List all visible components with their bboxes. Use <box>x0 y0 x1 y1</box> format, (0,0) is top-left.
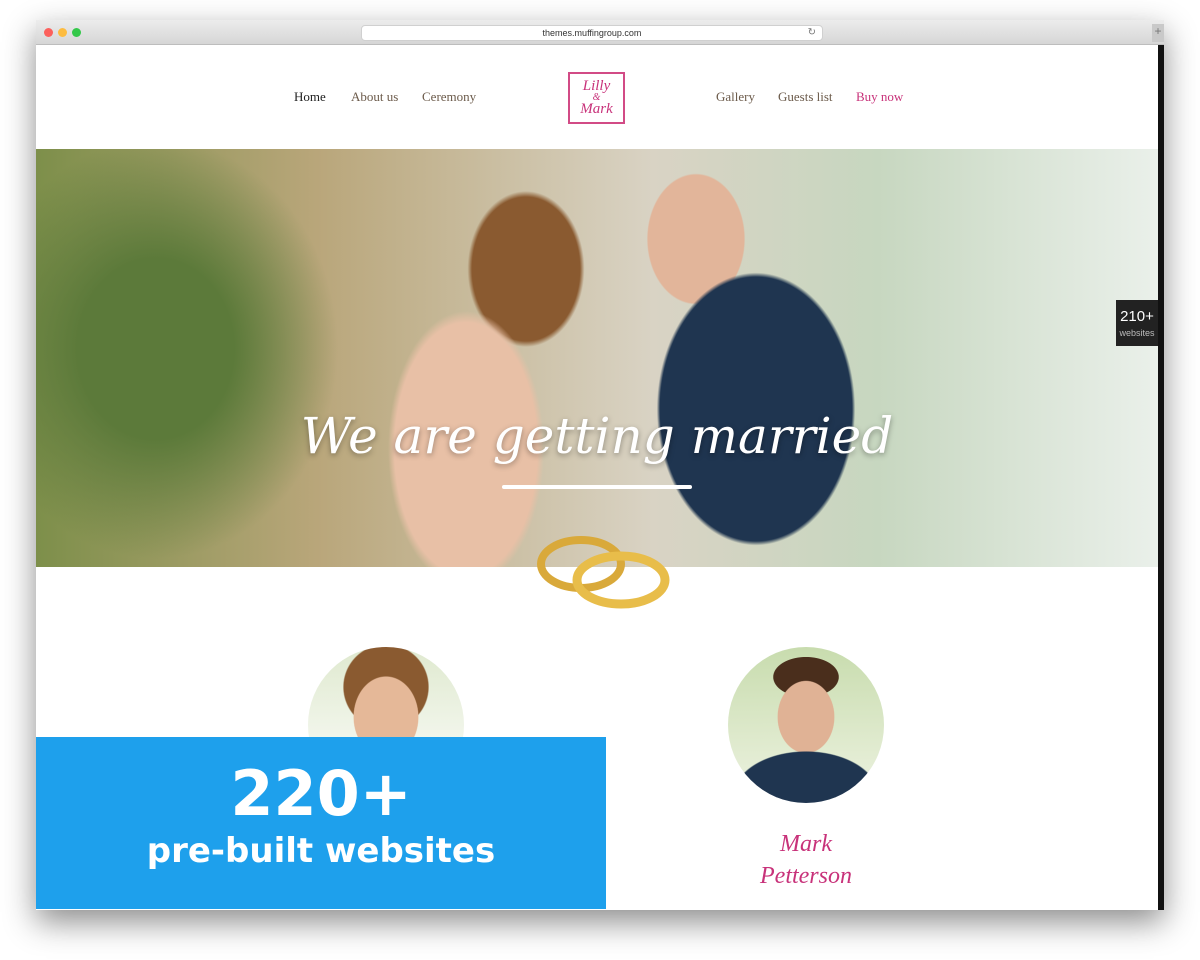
promo-text: pre-built websites <box>146 831 496 871</box>
side-badge[interactable]: 210+ websites <box>1116 300 1158 346</box>
browser-toolbar: themes.muffingroup.com ↻ + <box>36 20 1164 45</box>
minimize-icon[interactable] <box>58 28 67 37</box>
reload-icon[interactable]: ↻ <box>808 26 816 40</box>
groom-first-name: Mark <box>780 831 832 857</box>
site-logo[interactable]: Lilly & Mark <box>568 72 625 124</box>
hero-title: We are getting married <box>300 407 894 465</box>
groom-name: Mark Petterson <box>728 828 884 892</box>
title-underline <box>502 485 692 489</box>
scrollbar[interactable] <box>1158 45 1164 910</box>
promo-count: 220+ <box>230 757 412 830</box>
nav-guests-list[interactable]: Guests list <box>778 89 833 105</box>
nav-about-us[interactable]: About us <box>351 89 398 105</box>
badge-count: 210+ <box>1120 308 1154 325</box>
site-header: Home About us Ceremony Lilly & Mark Galler… <box>36 45 1158 149</box>
wedding-rings-icon <box>537 536 670 609</box>
address-bar[interactable]: themes.muffingroup.com ↻ <box>361 25 823 41</box>
logo-text: Mark <box>580 101 613 117</box>
close-icon[interactable] <box>44 28 53 37</box>
nav-buy-now[interactable]: Buy now <box>856 89 903 105</box>
nav-home[interactable]: Home <box>294 89 326 105</box>
maximize-icon[interactable] <box>72 28 81 37</box>
groom-avatar <box>728 647 884 803</box>
badge-label: websites <box>1119 328 1155 338</box>
promo-banner: 220+ pre-built websites <box>36 737 606 909</box>
logo-text: Lilly <box>582 78 611 94</box>
url-text: themes.muffingroup.com <box>542 28 642 38</box>
nav-gallery[interactable]: Gallery <box>716 89 755 105</box>
hero-photo: We are getting married <box>36 149 1158 567</box>
groom-last-name: Petterson <box>760 863 852 889</box>
new-tab-icon[interactable]: + <box>1152 24 1164 42</box>
nav-ceremony[interactable]: Ceremony <box>422 89 476 105</box>
